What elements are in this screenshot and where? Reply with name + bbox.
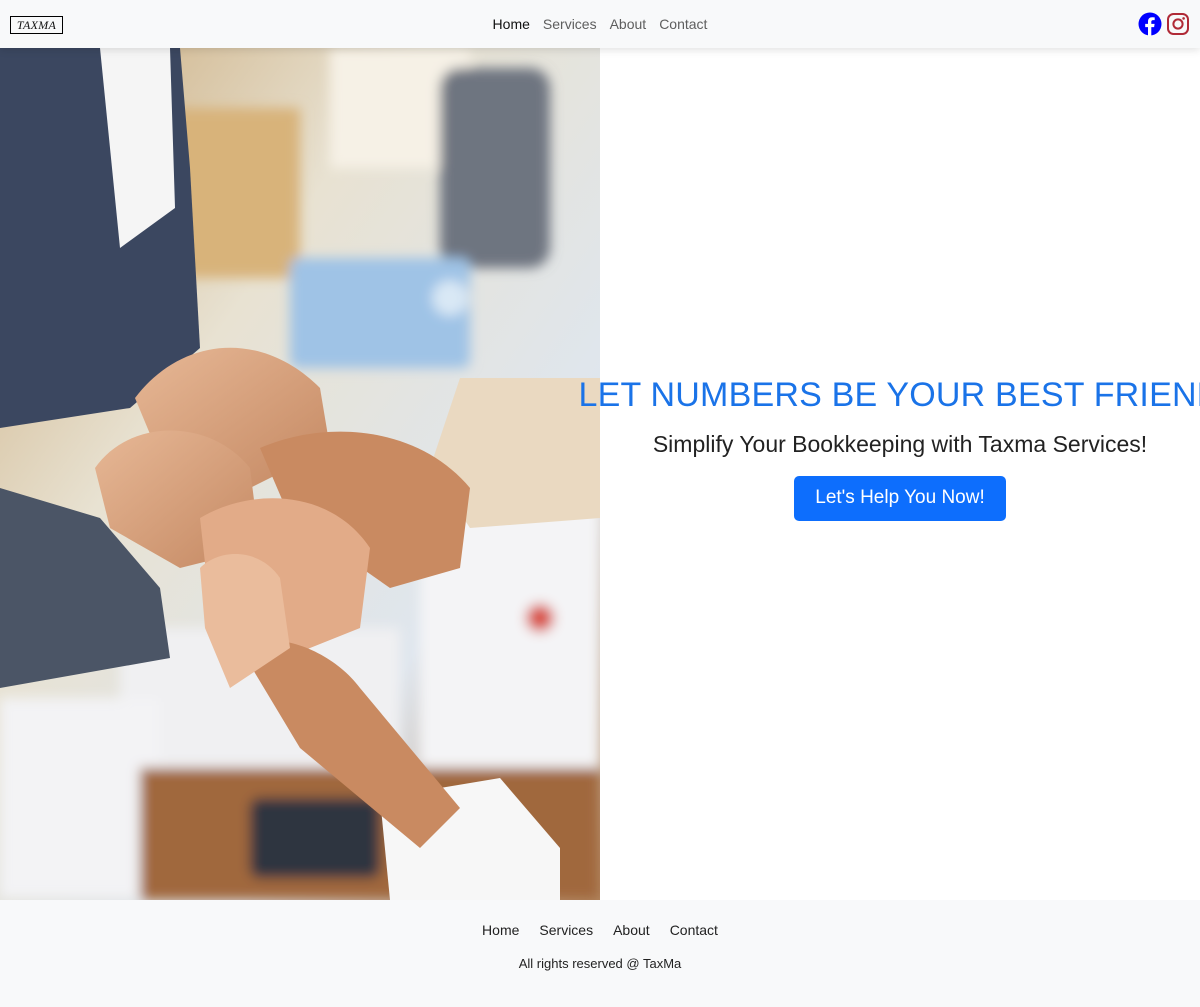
nav-link-about[interactable]: About [603,0,653,48]
copyright-text: All rights reserved @ TaxMa [518,956,682,971]
footer-link-services[interactable]: Services [539,922,593,938]
nav-links: Home Services About Contact [0,0,1200,48]
hero-subheadline: Simplify Your Bookkeeping with Taxma Ser… [652,430,1148,457]
footer: Home Services About Contact All rights r… [0,900,1200,1007]
navbar: TAXMA Home Services About Contact [0,0,1200,48]
hero-section: LET NUMBERS BE YOUR BEST FRIEND Simplify… [0,48,1200,900]
instagram-icon[interactable] [1166,12,1190,36]
nav-link-contact[interactable]: Contact [653,0,714,48]
hero-text: LET NUMBERS BE YOUR BEST FRIEND Simplify… [579,48,1200,900]
nav-link-home[interactable]: Home [486,0,536,48]
hero-headline: LET NUMBERS BE YOUR BEST FRIEND [578,375,1200,414]
nav-link-services[interactable]: Services [536,0,603,48]
cta-button[interactable]: Let's Help You Now! [794,475,1006,521]
hero-image [0,48,600,900]
facebook-icon[interactable] [1138,12,1162,36]
footer-link-about[interactable]: About [613,922,650,938]
footer-link-contact[interactable]: Contact [670,922,718,938]
footer-link-home[interactable]: Home [482,922,519,938]
social-links [1138,12,1190,36]
footer-links: Home Services About Contact [0,922,1200,938]
